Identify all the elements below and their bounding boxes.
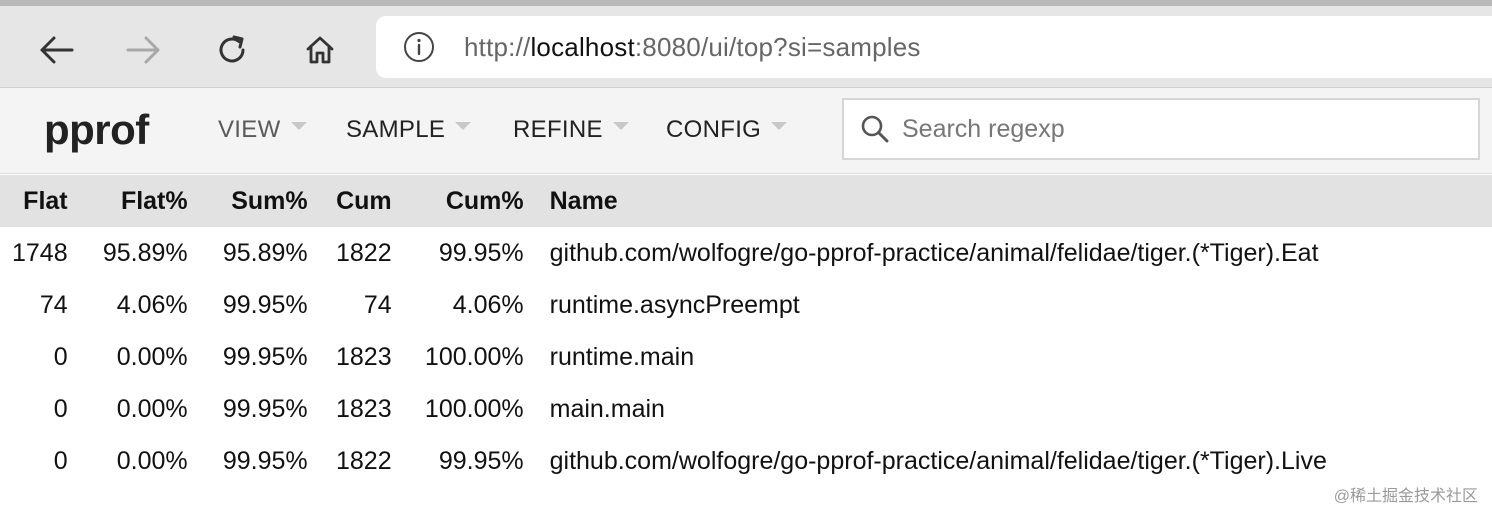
cell-name: github.com/wolfogre/go-pprof-practice/an…: [549, 238, 1319, 267]
pprof-logo[interactable]: pprof: [44, 106, 149, 154]
address-bar[interactable]: http://localhost:8080/ui/top?si=samples: [376, 16, 1492, 78]
cell-sum-percent: 99.95%: [222, 290, 308, 319]
url-path: :8080/ui/top?si=samples: [634, 31, 921, 62]
table-header-row: Flat Flat% Sum% Cum Cum% Name: [0, 175, 1492, 227]
cell-cum-percent: 4.06%: [452, 290, 524, 319]
cell-cum: 1823: [336, 342, 392, 371]
reload-icon: [215, 33, 249, 67]
arrow-right-icon: [126, 35, 162, 65]
table-row[interactable]: 0 0.00% 99.95% 1822 99.95% github.com/wo…: [0, 435, 1492, 487]
table-row[interactable]: 1748 95.89% 95.89% 1822 99.95% github.co…: [0, 227, 1492, 279]
arrow-left-icon: [38, 35, 74, 65]
browser-toolbar: http://localhost:8080/ui/top?si=samples: [0, 0, 1492, 88]
url-host: localhost: [530, 31, 635, 62]
table-row[interactable]: 0 0.00% 99.95% 1823 100.00% runtime.main: [0, 331, 1492, 383]
cell-cum-percent: 100.00%: [424, 394, 524, 423]
cell-sum-percent: 95.89%: [222, 238, 308, 267]
back-button[interactable]: [30, 24, 82, 76]
cell-cum-percent: 100.00%: [424, 342, 524, 371]
table-row[interactable]: 74 4.06% 99.95% 74 4.06% runtime.asyncPr…: [0, 279, 1492, 331]
column-header-flat[interactable]: Flat: [0, 175, 80, 227]
column-header-cum[interactable]: Cum: [320, 175, 404, 227]
menu-sample-label: SAMPLE: [346, 116, 446, 143]
cell-flat: 0: [53, 342, 68, 371]
url-text[interactable]: http://localhost:8080/ui/top?si=samples: [464, 32, 921, 63]
forward-button[interactable]: [118, 24, 170, 76]
cell-name: runtime.asyncPreempt: [549, 290, 800, 319]
top-table: Flat Flat% Sum% Cum Cum% Name 1748 95.89…: [0, 175, 1492, 487]
search-box[interactable]: [842, 98, 1480, 160]
menu-sample[interactable]: SAMPLE: [346, 116, 472, 144]
cell-flat: 74: [39, 290, 68, 319]
cell-flat: 0: [53, 394, 68, 423]
watermark: @稀土掘金技术社区: [1333, 488, 1478, 505]
cell-flat: 1748: [12, 238, 68, 267]
column-header-flat-percent[interactable]: Flat%: [80, 175, 200, 227]
cell-cum: 1822: [336, 238, 392, 267]
menu-config[interactable]: CONFIG: [666, 116, 788, 144]
cell-name: github.com/wolfogre/go-pprof-practice/an…: [549, 446, 1327, 475]
column-header-cum-percent[interactable]: Cum%: [404, 175, 536, 227]
home-button[interactable]: [294, 24, 346, 76]
caret-down-icon: [290, 122, 307, 130]
cell-sum-percent: 99.95%: [222, 446, 308, 475]
menu-config-label: CONFIG: [666, 116, 762, 143]
caret-down-icon: [455, 122, 472, 130]
table-row[interactable]: 0 0.00% 99.95% 1823 100.00% main.main: [0, 383, 1492, 435]
cell-flat-percent: 0.00%: [116, 394, 188, 423]
home-icon: [303, 33, 337, 67]
cell-flat-percent: 4.06%: [116, 290, 188, 319]
cell-name: runtime.main: [549, 342, 695, 371]
cell-cum-percent: 99.95%: [438, 238, 524, 267]
cell-sum-percent: 99.95%: [222, 394, 308, 423]
cell-flat: 0: [53, 446, 68, 475]
menu-view-label: VIEW: [218, 116, 281, 143]
url-scheme: http://: [464, 31, 531, 62]
menu-refine[interactable]: REFINE: [513, 116, 629, 144]
cell-sum-percent: 99.95%: [222, 342, 308, 371]
caret-down-icon: [771, 122, 788, 130]
cell-cum-percent: 99.95%: [438, 446, 524, 475]
info-icon[interactable]: [402, 30, 436, 64]
reload-button[interactable]: [206, 24, 258, 76]
cell-flat-percent: 0.00%: [116, 446, 188, 475]
cell-cum: 1823: [336, 394, 392, 423]
search-input[interactable]: [900, 113, 1444, 145]
cell-cum: 74: [363, 290, 392, 319]
column-header-sum-percent[interactable]: Sum%: [200, 175, 320, 227]
cell-flat-percent: 95.89%: [102, 238, 188, 267]
cell-name: main.main: [549, 394, 665, 423]
menu-refine-label: REFINE: [513, 116, 603, 143]
pprof-header: pprof VIEW SAMPLE REFINE CONFIG: [0, 88, 1492, 174]
caret-down-icon: [612, 122, 629, 130]
menu-view[interactable]: VIEW: [218, 116, 307, 144]
cell-flat-percent: 0.00%: [116, 342, 188, 371]
search-icon: [858, 112, 892, 146]
cell-cum: 1822: [336, 446, 392, 475]
column-header-name[interactable]: Name: [536, 175, 1492, 227]
